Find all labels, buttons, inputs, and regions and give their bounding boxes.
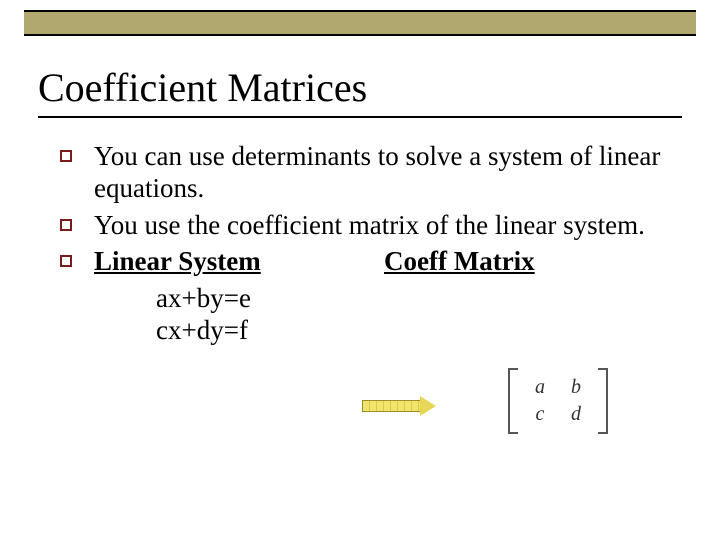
matrix-cell: a bbox=[522, 374, 558, 401]
coefficient-matrix: a b c d bbox=[508, 368, 608, 434]
matrix-cell: d bbox=[558, 401, 594, 428]
matrix-grid: a b c d bbox=[522, 374, 594, 428]
column-headings: Linear System Coeff Matrix bbox=[94, 245, 680, 277]
arrow-icon bbox=[362, 396, 442, 416]
equation-line: cx+dy=f bbox=[156, 314, 680, 346]
slide: Coefficient Matrices You can use determi… bbox=[0, 0, 720, 540]
title-underline bbox=[38, 116, 682, 118]
slide-title: Coefficient Matrices bbox=[38, 64, 367, 111]
bullet-marker-icon bbox=[60, 255, 72, 267]
left-bracket-icon bbox=[508, 368, 518, 434]
bullet-text: You use the coefficient matrix of the li… bbox=[94, 209, 645, 241]
bullet-marker-icon bbox=[60, 219, 72, 231]
bullet-item: You can use determinants to solve a syst… bbox=[60, 140, 680, 205]
matrix-cell: c bbox=[522, 401, 558, 428]
matrix-cell: b bbox=[558, 374, 594, 401]
content-area: You can use determinants to solve a syst… bbox=[60, 140, 680, 346]
linear-system-heading: Linear System bbox=[94, 245, 384, 277]
bullet-marker-icon bbox=[60, 150, 72, 162]
bullet-item: You use the coefficient matrix of the li… bbox=[60, 209, 680, 241]
coeff-matrix-heading: Coeff Matrix bbox=[384, 245, 680, 277]
equation-line: ax+by=e bbox=[156, 282, 680, 314]
bullet-item: Linear System Coeff Matrix bbox=[60, 245, 680, 277]
equations-block: ax+by=e cx+dy=f bbox=[156, 282, 680, 347]
decorative-band bbox=[24, 10, 696, 36]
right-bracket-icon bbox=[598, 368, 608, 434]
bullet-text: You can use determinants to solve a syst… bbox=[94, 140, 680, 205]
